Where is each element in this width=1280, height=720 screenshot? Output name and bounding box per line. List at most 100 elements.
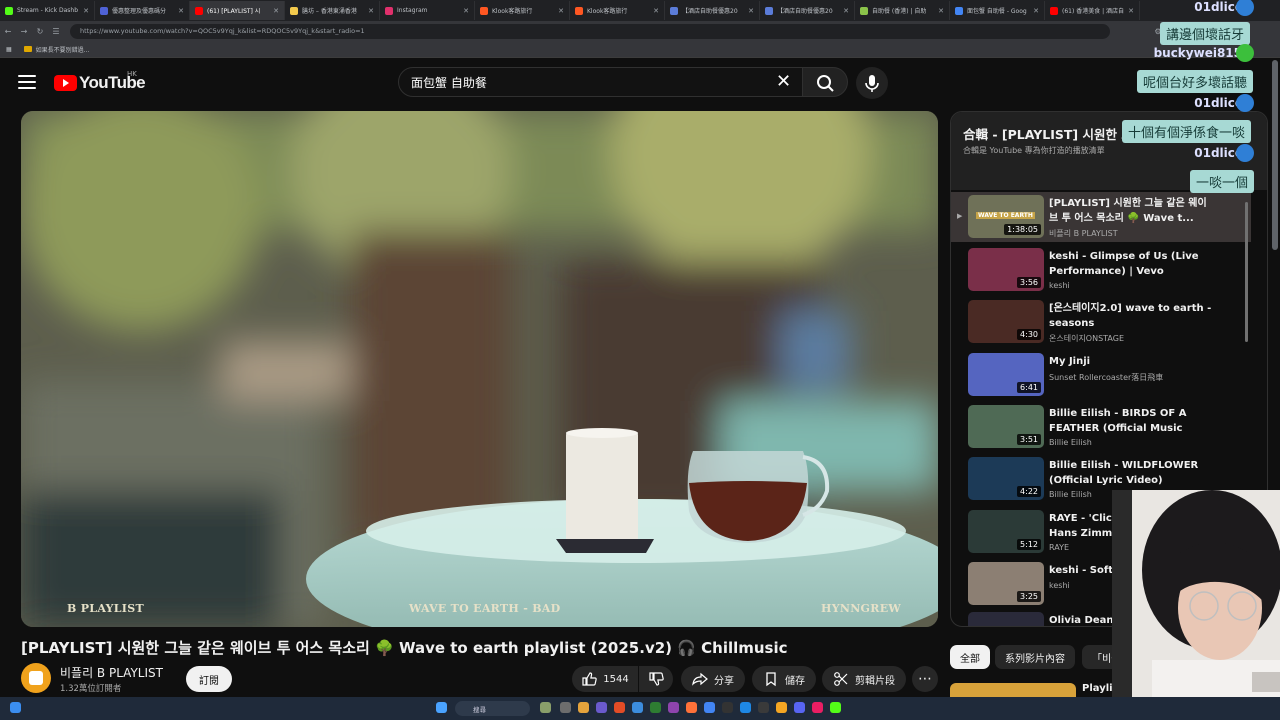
playlist-item-thumbnail[interactable]: 4:22 [968, 457, 1044, 500]
app-icon[interactable] [776, 702, 787, 713]
playlist-item-thumbnail[interactable]: 5:12 [968, 510, 1044, 553]
close-tab-icon[interactable]: ✕ [463, 7, 469, 15]
back-icon[interactable]: ← [0, 27, 16, 36]
playlist-item-thumbnail[interactable]: 3:56 [968, 248, 1044, 291]
chrome-icon[interactable] [704, 702, 715, 713]
discord-icon[interactable] [794, 702, 805, 713]
browser-tab[interactable]: 優惠整理及優惠碼分 ✕ [95, 1, 190, 20]
playlist-item[interactable]: 4:30 [온스테이지2.0] wave to earth - seasons 온스… [951, 297, 1251, 347]
browser-tab[interactable]: 膳坊 – 香港東涌香港 ✕ [285, 1, 380, 20]
playlist-item-thumbnail[interactable]: 3:51 [968, 405, 1044, 448]
app-icon[interactable] [830, 702, 841, 713]
playlist-item[interactable]: 3:51 Billie Eilish - BIRDS OF A FEATHER (… [951, 402, 1251, 452]
youtube-header: YouTube HK 面包蟹 自助餐 ✕ [0, 58, 1280, 108]
close-tab-icon[interactable]: ✕ [1033, 7, 1039, 15]
app-icon[interactable] [650, 702, 661, 713]
playlist-item-title[interactable]: keshi - Glimpse of Us (Live Performance)… [1049, 249, 1214, 279]
close-tab-icon[interactable]: ✕ [843, 7, 849, 15]
playlist-item-thumbnail[interactable]: 3:25 [968, 562, 1044, 605]
app-icon[interactable] [758, 702, 769, 713]
app-icon[interactable] [668, 702, 679, 713]
channel-name[interactable]: 비플리 B PLAYLIST [60, 664, 163, 681]
overlay-text-right: HYNNGREW [821, 602, 902, 615]
browser-tab[interactable]: 面包蟹 自助餐 - Goog ✕ [950, 1, 1045, 20]
clear-search-icon[interactable]: ✕ [776, 71, 791, 92]
clip-button[interactable]: 剪輯片段 [822, 666, 906, 692]
next-video-thumbnail[interactable] [950, 683, 1076, 697]
youtube-logo[interactable]: YouTube HK [54, 70, 146, 93]
close-tab-icon[interactable]: ✕ [938, 7, 944, 15]
site-info-icon[interactable]: ☰ [48, 27, 64, 36]
channel-avatar[interactable] [21, 663, 51, 693]
close-tab-icon[interactable]: ✕ [368, 7, 374, 15]
playlist-item-thumbnail[interactable]: 4:30 [968, 300, 1044, 343]
more-actions-button[interactable]: ⋯ [912, 666, 938, 692]
chip-series[interactable]: 系列影片內容 [995, 645, 1075, 669]
chat-username: 01dlicc [1194, 146, 1242, 160]
playlist-item[interactable]: 3:56 keshi - Glimpse of Us (Live Performa… [951, 245, 1251, 295]
file-explorer-icon[interactable] [578, 702, 589, 713]
dislike-button[interactable] [639, 666, 673, 692]
taskbar-search[interactable]: 搜尋 [455, 701, 530, 716]
like-button[interactable]: 1544 [572, 666, 638, 692]
widgets-icon[interactable] [10, 702, 21, 713]
menu-icon[interactable] [18, 75, 36, 89]
playlist-item-title[interactable]: [온스테이지2.0] wave to earth - seasons [1049, 301, 1214, 331]
browser-tab[interactable]: 【酒店自助餐優惠20 ✕ [665, 1, 760, 20]
app-icon[interactable] [740, 702, 751, 713]
subscribe-button[interactable]: 訂閱 [186, 666, 232, 692]
playlist-item-thumbnail[interactable] [968, 612, 1044, 626]
browser-tab[interactable]: 【酒店自助餐優惠20 ✕ [760, 1, 855, 20]
playlist-title[interactable]: 合輯 - [PLAYLIST] 시원한 그늘 [963, 124, 1144, 143]
playlist-item-title[interactable]: Billie Eilish - WILDFLOWER (Official Lyr… [1049, 458, 1214, 488]
app-icon[interactable] [560, 702, 571, 713]
like-count: 1544 [603, 673, 629, 685]
chip-all[interactable]: 全部 [950, 645, 990, 669]
apps-grid-icon[interactable]: ▦ [6, 46, 12, 53]
save-button[interactable]: 儲存 [752, 666, 816, 692]
firefox-icon[interactable] [686, 702, 697, 713]
voice-search-button[interactable] [856, 67, 888, 99]
page-scrollbar[interactable] [1272, 60, 1278, 250]
browser-tab[interactable]: (61) [PLAYLIST] 시 ✕ [190, 1, 285, 20]
close-tab-icon[interactable]: ✕ [178, 7, 184, 15]
playlist-item[interactable]: 6:41 My Jinji Sunset Rollercoaster落日飛車 [951, 350, 1251, 400]
close-tab-icon[interactable]: ✕ [273, 7, 279, 15]
browser-tab[interactable]: Stream - Kick Dashb ✕ [0, 1, 95, 20]
close-tab-icon[interactable]: ✕ [653, 7, 659, 15]
playlist-item[interactable]: ▶ WAVE TO EARTH 1:38:05 [PLAYLIST] 시원한 그늘 같… [951, 192, 1251, 242]
playlist-item-thumbnail[interactable]: 6:41 [968, 353, 1044, 396]
browser-tab[interactable]: (61) 香港美食 | 酒店自 ✕ [1045, 1, 1140, 20]
browser-tab[interactable]: Klook客路旅行 ✕ [570, 1, 665, 20]
app-icon[interactable] [722, 702, 733, 713]
app-icon[interactable] [632, 702, 643, 713]
start-menu-icon[interactable] [436, 702, 447, 713]
folder-icon [23, 46, 32, 52]
bookmark-item[interactable]: 如果長不要別錯過... [36, 45, 90, 54]
playlist-item-channel: keshi [1049, 581, 1070, 590]
playlist-item-title[interactable]: [PLAYLIST] 시원한 그늘 같은 웨이브 투 어스 목소리 🌳 Wave… [1049, 196, 1214, 226]
playlist-item-title[interactable]: Billie Eilish - BIRDS OF A FEATHER (Offi… [1049, 406, 1214, 436]
close-tab-icon[interactable]: ✕ [558, 7, 564, 15]
browser-tab[interactable]: 自助餐 (香港) | 自助 ✕ [855, 1, 950, 20]
close-tab-icon[interactable]: ✕ [83, 7, 89, 15]
app-icon[interactable] [614, 702, 625, 713]
share-button[interactable]: 分享 [681, 666, 745, 692]
address-bar[interactable]: https://www.youtube.com/watch?v=QOC5v9Yq… [70, 23, 1110, 39]
playlist-item-thumbnail[interactable]: WAVE TO EARTH 1:38:05 [968, 195, 1044, 238]
playlist-scrollbar[interactable] [1245, 202, 1248, 342]
forward-icon[interactable]: → [16, 27, 32, 36]
now-playing-icon: ▶ [957, 212, 963, 220]
video-player[interactable]: B PLAYLIST WAVE TO EARTH - BAD HYNNGREW [21, 111, 938, 627]
browser-tab[interactable]: Instagram ✕ [380, 1, 475, 20]
app-icon[interactable] [540, 702, 551, 713]
close-tab-icon[interactable]: ✕ [748, 7, 754, 15]
app-icon[interactable] [596, 702, 607, 713]
browser-tab[interactable]: Klook客路旅行 ✕ [475, 1, 570, 20]
playlist-item-title[interactable]: My Jinji [1049, 354, 1214, 369]
reload-icon[interactable]: ↻ [32, 27, 48, 36]
search-input[interactable]: 面包蟹 自助餐 [398, 67, 803, 97]
app-icon[interactable] [812, 702, 823, 713]
search-button[interactable] [802, 67, 848, 97]
close-tab-icon[interactable]: ✕ [1128, 7, 1134, 15]
